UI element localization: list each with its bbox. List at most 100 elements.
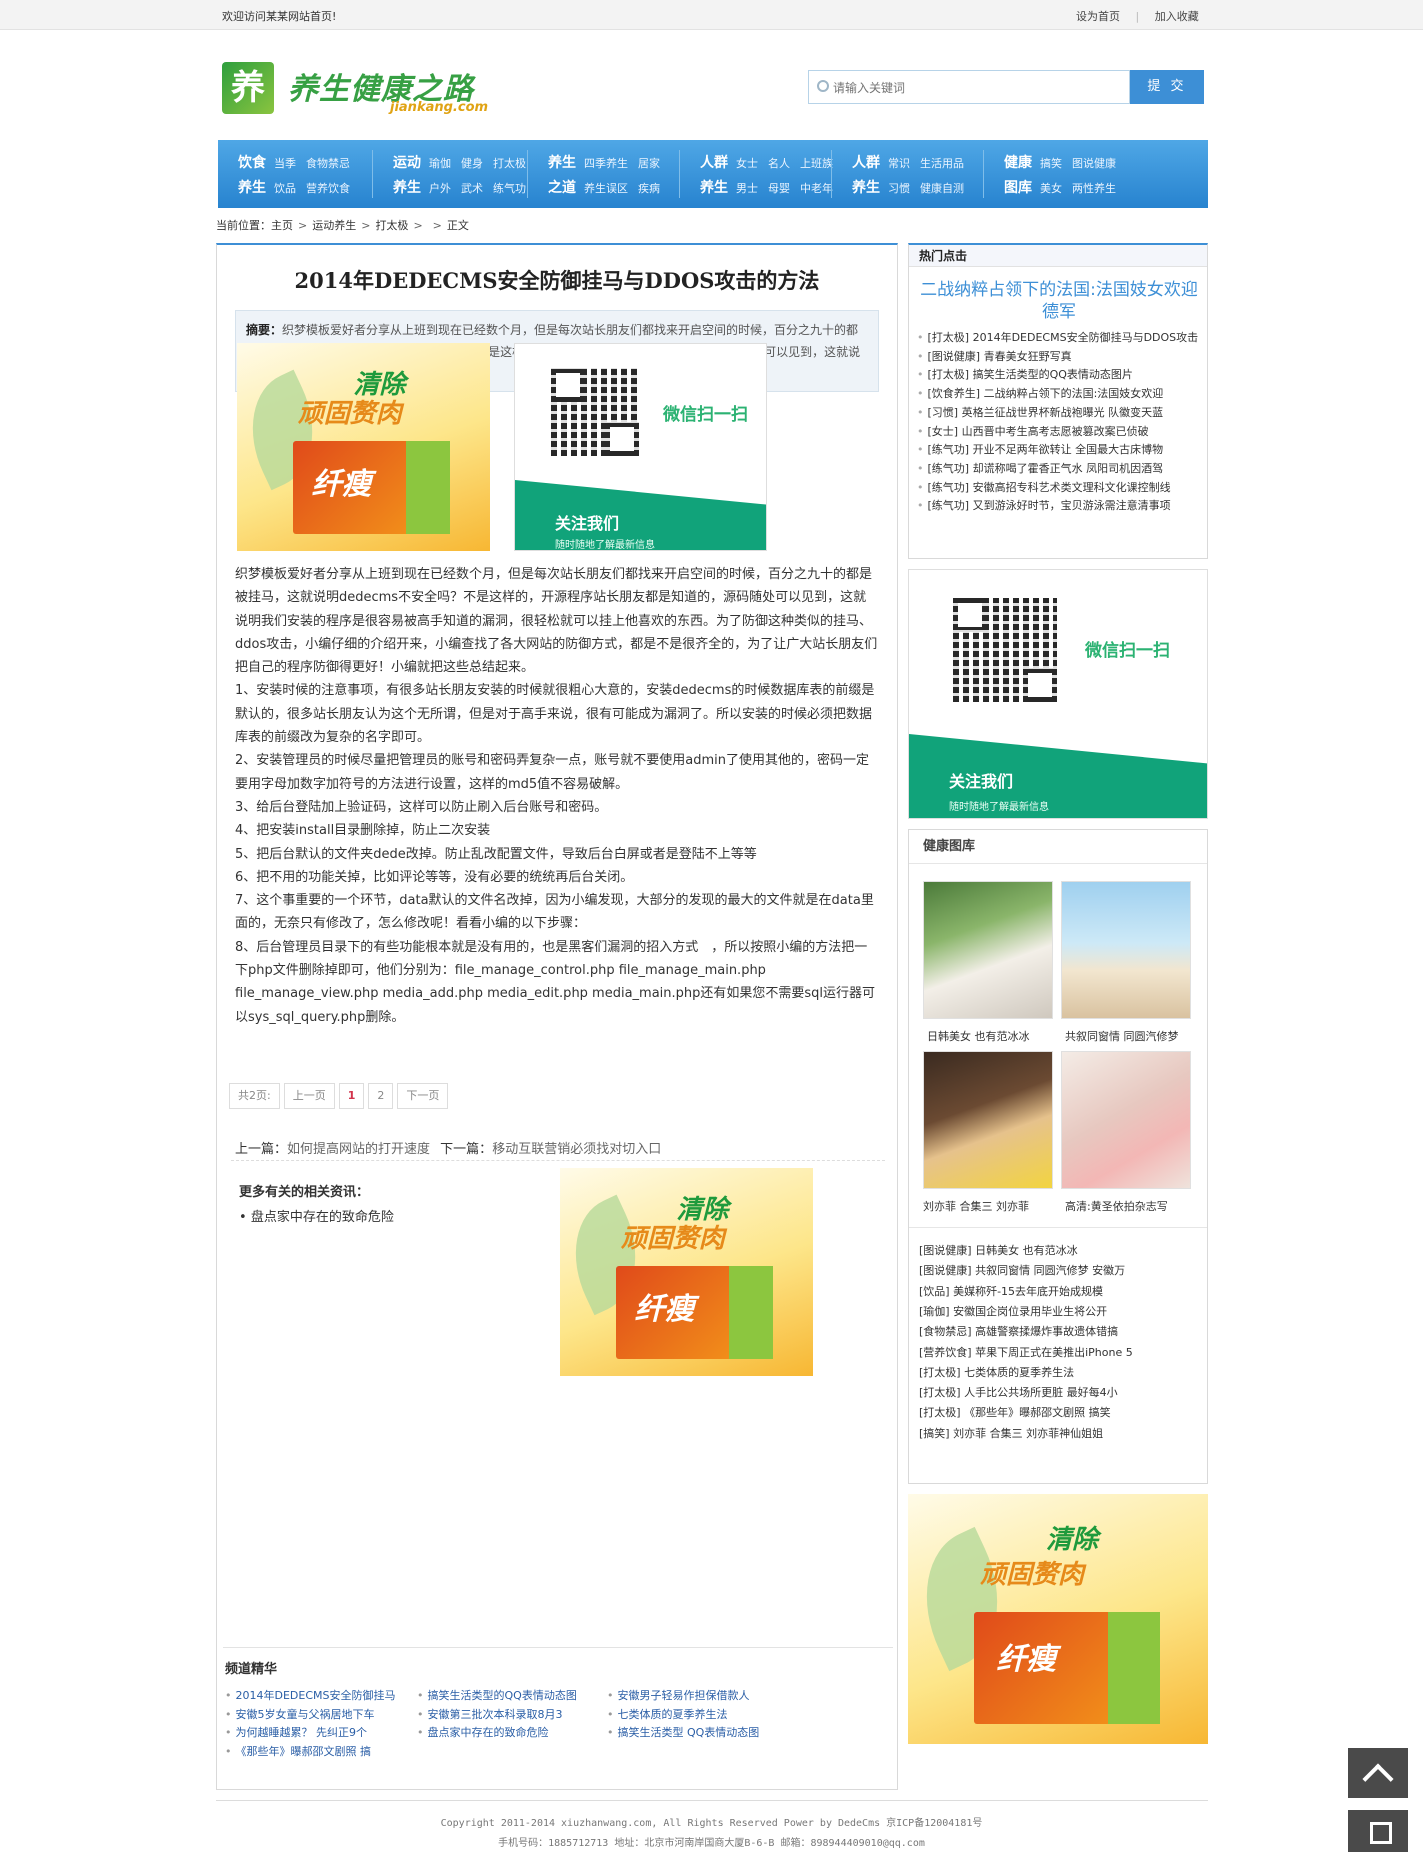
nav-link[interactable]: 饮品 xyxy=(274,182,296,195)
gallery-list-item[interactable]: [饮品] 美媒称歼-15去年底开始成规模 xyxy=(919,1283,1103,1299)
breadcrumb-home[interactable]: 主页 xyxy=(271,219,293,232)
nav-link[interactable]: 户外 xyxy=(429,182,451,195)
breadcrumb-sep: > xyxy=(413,219,423,232)
nav-link[interactable]: 健身 xyxy=(461,157,483,170)
nav-link[interactable]: 瑜伽 xyxy=(429,157,451,170)
gallery-list-item[interactable]: [营养饮食] 苹果下周正式在美推出iPhone 5 xyxy=(919,1344,1133,1360)
nav-link[interactable]: 当季 xyxy=(274,157,296,170)
gallery-list-item[interactable]: [瑜伽] 安徽国企岗位录用毕业生将公开 xyxy=(919,1303,1107,1319)
nav-category[interactable]: 饮食 xyxy=(238,155,266,171)
hot-item[interactable]: • [习惯] 英格兰征战世界杯新战袍曝光 队徽变天蓝 xyxy=(917,404,1202,420)
hot-item[interactable]: • [饮食养生] 二战纳粹占领下的法国:法国妓女欢迎 xyxy=(917,385,1202,401)
sidebar-qr-card[interactable]: 微信扫一扫 关注我们 随时随地了解最新信息 xyxy=(908,569,1208,819)
nav-category[interactable]: 之道 xyxy=(548,180,576,196)
gallery-list-item[interactable]: [打太极] 人手比公共场所更脏 最好每4小 xyxy=(919,1384,1118,1400)
channel-item[interactable]: • 为何越睡越累？ 先纠正9个 xyxy=(225,1724,367,1740)
gallery-list-item[interactable]: [搞笑] 刘亦菲 合集三 刘亦菲神仙姐姐 xyxy=(919,1425,1103,1441)
hot-item[interactable]: • [练气功] 开业不足两年欲转让 全国最大古床博物 xyxy=(917,441,1202,457)
product-box: 纤瘦 xyxy=(974,1611,1160,1724)
nav-link[interactable]: 习惯 xyxy=(888,182,910,195)
gallery-list-item[interactable]: [打太极] 《那些年》曝郝邵文剧照 搞笑 xyxy=(919,1404,1111,1420)
nav-link[interactable]: 健康自测 xyxy=(920,182,964,195)
nav-link[interactable]: 男士 xyxy=(736,182,758,195)
nav-link[interactable]: 四季养生 xyxy=(584,157,628,170)
nav-category[interactable]: 图库 xyxy=(1004,180,1032,196)
nav-category[interactable]: 养生 xyxy=(548,155,576,171)
search-input[interactable] xyxy=(833,77,1103,99)
channel-item[interactable]: • 搞笑生活类型 QQ表情动态图 xyxy=(607,1724,759,1740)
hot-item[interactable]: • [打太极] 搞笑生活类型的QQ表情动态图片 xyxy=(917,366,1202,382)
next-article-link[interactable]: 移动互联营销必须找对切入口 xyxy=(492,1142,661,1157)
gallery-list-item[interactable]: [打太极] 七类体质的夏季养生法 xyxy=(919,1364,1074,1380)
nav-link[interactable]: 疾病 xyxy=(638,182,660,195)
gallery-thumb-3[interactable] xyxy=(923,1051,1053,1189)
nav-link[interactable]: 生活用品 xyxy=(920,157,964,170)
nav-category[interactable]: 健康 xyxy=(1004,155,1032,171)
hot-item[interactable]: • [图说健康] 青春美女狂野写真 xyxy=(917,348,1202,364)
hot-item[interactable]: • [女士] 山西晋中考生高考志愿被篡改案已侦破 xyxy=(917,423,1202,439)
related-item[interactable]: • 盘点家中存在的致命危险 xyxy=(239,1210,394,1225)
nav-category[interactable]: 人群 xyxy=(700,155,728,171)
nav-category[interactable]: 养生 xyxy=(852,180,880,196)
gallery-thumb-2[interactable] xyxy=(1061,881,1191,1019)
channel-item[interactable]: • 搞笑生活类型的QQ表情动态图 xyxy=(417,1687,577,1703)
nav-category[interactable]: 养生 xyxy=(700,180,728,196)
gallery-list-item[interactable]: [图说健康] 共叙同窗情 同圆汽修梦 安徽万 xyxy=(919,1262,1125,1278)
nav-link[interactable]: 居家 xyxy=(638,157,660,170)
prev-article-link[interactable]: 如何提高网站的打开速度 xyxy=(287,1142,430,1157)
nav-category[interactable]: 养生 xyxy=(393,180,421,196)
site-logo[interactable]: 养 养生健康之路 jiankang.com xyxy=(222,62,492,118)
channel-item[interactable]: • 安徽男子轻易作担保借款人 xyxy=(607,1687,750,1703)
qr-float-icon[interactable] xyxy=(1348,1810,1408,1852)
breadcrumb-sport[interactable]: 运动养生 xyxy=(312,219,356,232)
gallery-thumb-4[interactable] xyxy=(1061,1051,1191,1189)
set-home-link[interactable]: 设为首页 xyxy=(1076,10,1120,23)
hot-item[interactable]: • [打太极] 2014年DEDECMS安全防御挂马与DDOS攻击 xyxy=(917,329,1202,345)
hot-item[interactable]: • [练气功] 却谎称喝了霍香正气水 凤阳司机因酒驾 xyxy=(917,460,1202,476)
sidebar-ad-image[interactable]: 清除 顽固赘肉 纤瘦 xyxy=(908,1494,1208,1744)
nav-link[interactable]: 母婴 xyxy=(768,182,790,195)
nav-link[interactable]: 打太极 xyxy=(493,157,526,170)
channel-item[interactable]: • 《那些年》曝郝邵文剧照 搞 xyxy=(225,1743,371,1759)
nav-category[interactable]: 人群 xyxy=(852,155,880,171)
add-favorite-link[interactable]: 加入收藏 xyxy=(1155,10,1199,23)
page-prev-button[interactable]: 上一页 xyxy=(283,1083,335,1109)
nav-category[interactable]: 养生 xyxy=(238,180,266,196)
nav-link[interactable]: 搞笑 xyxy=(1040,157,1062,170)
gallery-list-item[interactable]: [食物禁忌] 高雄警察揉爆炸事故遗体错搞 xyxy=(919,1323,1118,1339)
hot-item[interactable]: • [练气功] 安徽高招专科艺术类文理科文化课控制线 xyxy=(917,479,1202,495)
related-ad-image[interactable]: 清除 顽固赘肉 纤瘦 xyxy=(560,1168,813,1376)
channel-item[interactable]: • 七类体质的夏季养生法 xyxy=(607,1706,728,1722)
page-2-button[interactable]: 2 xyxy=(368,1083,394,1109)
nav-link[interactable]: 练气功 xyxy=(493,182,526,195)
hot-headline-link[interactable]: 二战纳粹占领下的法国:法国妓女欢迎德军 xyxy=(917,279,1201,323)
nav-link[interactable]: 上班族 xyxy=(800,157,833,170)
nav-link[interactable]: 美女 xyxy=(1040,182,1062,195)
channel-item[interactable]: • 安徽第三批次本科录取8月3 xyxy=(417,1706,563,1722)
nav-link[interactable]: 武术 xyxy=(461,182,483,195)
channel-item[interactable]: • 盘点家中存在的致命危险 xyxy=(417,1724,549,1740)
nav-link[interactable]: 两性养生 xyxy=(1072,182,1116,195)
page-next-button[interactable]: 下一页 xyxy=(397,1083,449,1109)
search-submit-button[interactable]: 提 交 xyxy=(1130,70,1204,104)
wechat-qr-card[interactable]: 微信扫一扫 关注我们 随时随地了解最新信息 xyxy=(514,343,767,551)
breadcrumb-taiji[interactable]: 打太极 xyxy=(375,219,408,232)
page-1-button[interactable]: 1 xyxy=(338,1083,365,1109)
nav-link[interactable]: 常识 xyxy=(888,157,910,170)
nav-link[interactable]: 名人 xyxy=(768,157,790,170)
gallery-list-item[interactable]: [图说健康] 日韩美女 也有范冰冰 xyxy=(919,1242,1078,1258)
channel-item[interactable]: • 安徽5岁女童与父祸居地下车 xyxy=(225,1706,375,1722)
nav-link[interactable]: 女士 xyxy=(736,157,758,170)
gallery-thumb-1[interactable] xyxy=(923,881,1053,1019)
hot-item[interactable]: • [练气功] 又到游泳好时节，宝贝游泳需注意清事项 xyxy=(917,497,1202,513)
nav-link[interactable]: 营养饮食 xyxy=(306,182,350,195)
nav-link[interactable]: 图说健康 xyxy=(1072,157,1116,170)
search-icon xyxy=(817,80,829,92)
nav-link[interactable]: 养生误区 xyxy=(584,182,628,195)
back-to-top-icon[interactable] xyxy=(1348,1748,1408,1798)
nav-link[interactable]: 食物禁忌 xyxy=(306,157,350,170)
product-ad-image[interactable]: 清除 顽固赘肉 纤瘦 xyxy=(237,343,490,551)
channel-item[interactable]: • 2014年DEDECMS安全防御挂马 xyxy=(225,1687,396,1703)
nav-category[interactable]: 运动 xyxy=(393,155,421,171)
nav-link[interactable]: 中老年 xyxy=(800,182,833,195)
